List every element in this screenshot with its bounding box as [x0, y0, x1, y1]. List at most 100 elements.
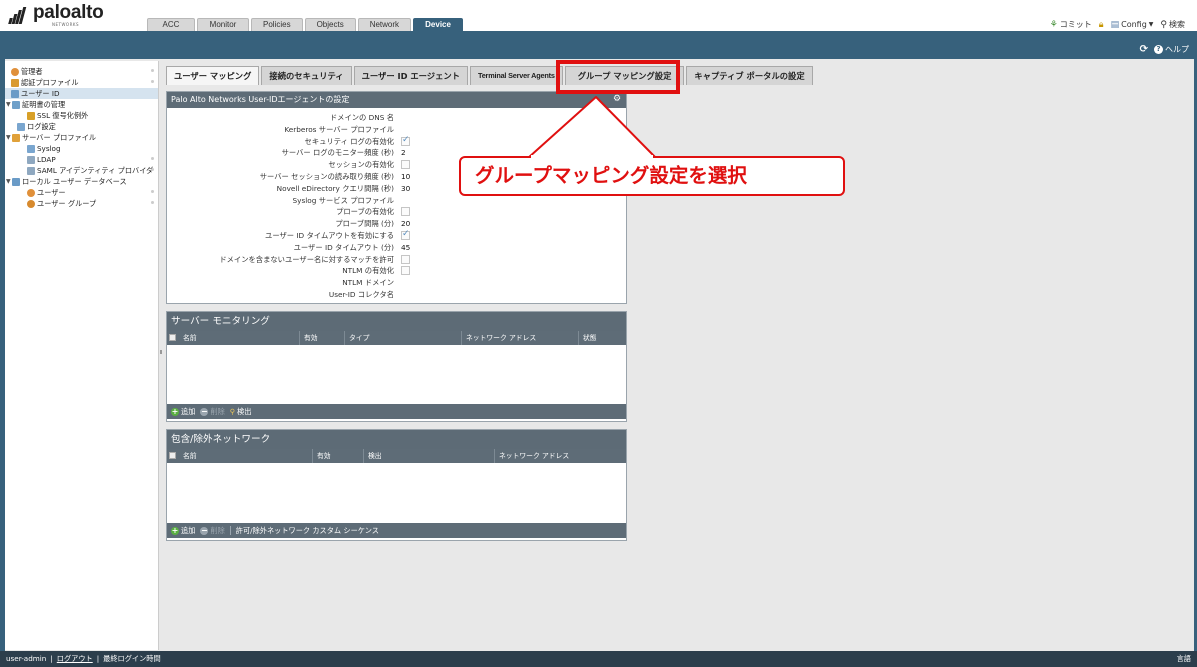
top-header: paloalto NETWORKS ACC Monitor Policies O…	[0, 0, 1197, 31]
subtab-user-mapping[interactable]: ユーザー マッピング	[166, 66, 260, 85]
sidebar-item-cert-mgmt[interactable]: ▼ 証明書の管理	[5, 99, 158, 110]
sidebar-item-admins[interactable]: 管理者	[5, 66, 158, 77]
col-discovery[interactable]: 検出	[364, 449, 495, 463]
sidebar-item-saml-idp[interactable]: SAML アイデンティティ プロバイダ	[5, 165, 158, 176]
config-dropdown[interactable]: ▤ Config ▼	[1111, 20, 1154, 30]
tab-acc[interactable]: ACC	[147, 18, 195, 31]
status-dot	[151, 69, 154, 72]
commit-button[interactable]: ⚘ コミット	[1050, 19, 1092, 30]
add-button[interactable]: + 追加	[171, 407, 195, 417]
help-icon: ?	[1154, 45, 1163, 54]
sidebar-item-users[interactable]: ユーザー	[5, 187, 158, 198]
subtab-terminal-server-agents[interactable]: Terminal Server Agents	[469, 66, 563, 85]
syslog-icon	[27, 144, 35, 153]
settings-form: ドメインの DNS 名 Kerberos サーバー プロファイル セキュリティ ログ…	[167, 108, 626, 301]
subtab-user-id-agents[interactable]: ユーザー ID エージェント	[353, 66, 468, 85]
status-dot	[151, 190, 154, 193]
tab-objects[interactable]: Objects	[304, 18, 356, 31]
sidebar-splitter[interactable]	[160, 350, 162, 354]
select-all-checkbox[interactable]	[169, 452, 176, 459]
setting-label: プローブの有効化	[336, 207, 394, 217]
subtab-connection-security[interactable]: 接続のセキュリティ	[261, 66, 352, 85]
table-footer: + 追加 − 削除 ⚲ 検出	[167, 404, 626, 419]
col-network-address[interactable]: ネットワーク アドレス	[495, 449, 628, 463]
sidebar-item-local-user-db[interactable]: ▼ ローカル ユーザー データベース	[5, 176, 158, 187]
custom-sequence-button[interactable]: 許可/除外ネットワーク カスタム シーケンス	[236, 526, 379, 536]
sidebar-item-user-id[interactable]: ユーザー ID	[5, 88, 158, 99]
footer-separator	[229, 526, 231, 535]
tab-monitor[interactable]: Monitor	[197, 18, 249, 31]
gear-icon[interactable]: ⚙	[613, 95, 622, 104]
sidebar-item-ssl-decrypt-exclusion[interactable]: SSL 復号化例外	[5, 110, 158, 121]
subtab-captive-portal[interactable]: キャプティブ ポータルの設定	[686, 66, 813, 85]
status-bar: user-admin | ログアウト | 最終ログイン時間 言語	[0, 651, 1197, 667]
search-button[interactable]: ⚲ 検索	[1160, 19, 1185, 30]
add-button[interactable]: + 追加	[171, 526, 195, 536]
sidebar-item-log-settings[interactable]: ログ設定	[5, 121, 158, 132]
detect-button[interactable]: ⚲ 検出	[230, 407, 252, 417]
sidebar-item-server-profiles[interactable]: ▼ サーバー プロファイル	[5, 132, 158, 143]
help-button[interactable]: ? ヘルプ	[1154, 44, 1189, 55]
col-name[interactable]: 名前	[179, 331, 300, 345]
table-body	[167, 345, 626, 404]
setting-label: ドメインの DNS 名	[329, 113, 394, 122]
server-monitoring-panel: サーバー モニタリング 名前 有効 タイプ ネットワーク アドレス 状態 + 追加…	[166, 311, 627, 422]
refresh-icon[interactable]: ⟳	[1140, 44, 1148, 55]
panel-title: サーバー モニタリング	[167, 312, 626, 331]
col-enabled[interactable]: 有効	[313, 449, 364, 463]
col-type[interactable]: タイプ	[345, 331, 462, 345]
sidebar-item-syslog[interactable]: Syslog	[5, 143, 158, 154]
tab-network[interactable]: Network	[357, 18, 412, 31]
col-network-address[interactable]: ネットワーク アドレス	[462, 331, 579, 345]
col-enabled[interactable]: 有効	[300, 331, 345, 345]
config-icon: ▤	[1110, 19, 1120, 30]
user-id-subtabs: ユーザー マッピング 接続のセキュリティ ユーザー ID エージェント Term…	[166, 66, 815, 85]
toolbar-band: ⟳ ? ヘルプ	[0, 31, 1197, 59]
header-actions: ⚘ コミット 🔒︎ ▤ Config ▼ ⚲ 検索	[1050, 19, 1185, 30]
setting-checkbox[interactable]	[401, 266, 410, 276]
ldap-icon	[27, 155, 35, 164]
settings-row: Syslog サービス プロファイル	[167, 195, 626, 207]
setting-label: User-ID コレクタ名	[328, 289, 394, 299]
setting-label: NTLM ドメイン	[342, 278, 394, 288]
setting-value: 10	[401, 171, 411, 181]
log-icon	[17, 122, 25, 131]
minus-icon: −	[200, 525, 209, 535]
delete-button[interactable]: − 削除	[200, 407, 225, 417]
select-all-checkbox[interactable]	[169, 334, 176, 341]
sidebar-item-ldap[interactable]: LDAP	[5, 154, 158, 165]
logo-text: paloalto	[33, 2, 104, 23]
setting-checkbox[interactable]	[401, 207, 410, 217]
logout-link[interactable]: ログアウト	[57, 651, 93, 667]
setting-label: セッションの有効化	[328, 160, 394, 170]
settings-row: ドメインを含まないユーザー名に対するマッチを許可	[167, 254, 626, 266]
sidebar-item-auth-profile[interactable]: 認証プロファイル	[5, 77, 158, 88]
user-group-icon	[27, 199, 35, 208]
last-login: 最終ログイン時間	[103, 654, 161, 663]
delete-button[interactable]: − 削除	[200, 525, 225, 536]
commit-icon: ⚘	[1049, 19, 1058, 30]
current-user: user-admin	[6, 654, 47, 663]
settings-row: NTLM の有効化	[167, 265, 626, 277]
language-button[interactable]: 言語	[1177, 651, 1191, 667]
tab-device[interactable]: Device	[413, 18, 464, 31]
lock-icon	[27, 111, 35, 120]
callout-label: グループマッピング設定を選択	[459, 156, 845, 196]
setting-checkbox[interactable]	[401, 254, 410, 264]
lock-button[interactable]: 🔒︎	[1099, 20, 1104, 30]
setting-checkbox[interactable]	[401, 135, 410, 146]
search-icon: ⚲	[229, 407, 236, 416]
setting-checkbox[interactable]	[401, 160, 410, 170]
col-status[interactable]: 状態	[579, 331, 628, 345]
user-id-agent-settings-panel: Palo Alto Networks User-IDエージェントの設定 ⚙ ドメ…	[166, 91, 627, 304]
status-dot	[151, 201, 154, 204]
certificate-icon	[12, 100, 20, 109]
col-name[interactable]: 名前	[179, 449, 313, 463]
settings-row: プローブの有効化	[167, 206, 626, 218]
tab-policies[interactable]: Policies	[251, 18, 303, 31]
toolbar-actions: ⟳ ? ヘルプ	[1140, 44, 1189, 55]
paloalto-logo: paloalto	[8, 2, 104, 24]
sidebar-item-user-groups[interactable]: ユーザー グループ	[5, 198, 158, 209]
setting-checkbox[interactable]	[401, 229, 410, 240]
table-header: 名前 有効 検出 ネットワーク アドレス	[167, 449, 626, 463]
